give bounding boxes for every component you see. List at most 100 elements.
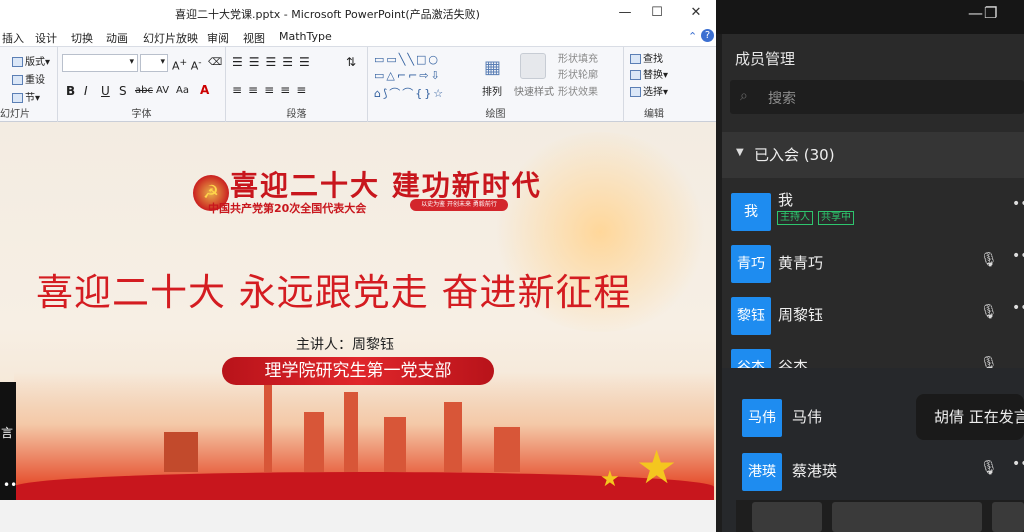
lion-statue-shape [164,432,198,472]
underline-button[interactable]: U [101,84,110,98]
avatar: 谷杰 [731,349,771,368]
shape-effects-button[interactable]: 形状效果 [558,83,598,98]
slide-canvas[interactable]: ☭ 喜迎二十大 建功新时代 中国共产党第20次全国代表大会 以史为鉴 开创未来 … [0,122,716,532]
mic-muted-icon[interactable]: 🎙 [980,460,998,476]
close-button[interactable]: ✕ [681,3,711,23]
minimize-button[interactable]: — [610,3,640,23]
shape-gallery[interactable]: ▭▭╲╲□○ [374,53,440,66]
action-button[interactable] [752,502,822,532]
layout-icon [12,57,23,67]
clear-format-icon[interactable]: ⌫ [208,57,222,68]
arrange-icon[interactable]: ▦ [484,57,501,78]
small-star-icon: ★ [600,467,620,492]
text-direction-icon[interactable]: ⇅ [346,55,356,69]
panel-minimize-button[interactable]: — [968,4,983,22]
font-size-dropdown[interactable]: ▾ [140,54,168,72]
find-icon [630,54,641,64]
speaking-toast: 胡倩 正在发言 [916,394,1024,440]
action-button[interactable] [992,502,1024,532]
change-case-button[interactable]: Aa [176,85,189,96]
grow-font-button[interactable]: A+ A- [172,57,202,73]
member-search[interactable]: ⌕ 搜索 [730,80,1024,114]
action-button[interactable] [832,502,982,532]
mic-muted-icon[interactable]: 🎙 [980,252,998,268]
italic-button[interactable]: I [84,84,88,98]
logo-subtitle: 中国共产党第20次全国代表大会 [208,202,367,215]
tab-mathtype[interactable]: MathType [279,30,332,43]
joined-section-header[interactable]: ▼ 已入会 (30) [722,132,1024,178]
editing-group-label: 编辑 [644,109,664,120]
layout-button[interactable]: 版式▾ [12,53,50,68]
avatar: 我 [731,193,771,231]
arrange-button[interactable]: 排列 [482,83,502,98]
member-row[interactable]: 谷杰 谷杰 🎙 [722,340,1024,368]
ribbon-collapse-icon[interactable]: ⌃ [688,30,697,43]
tab-slideshow[interactable]: 幻灯片放映 [143,30,198,46]
member-row[interactable]: 我 我 主持人 共享中 •• [722,184,1024,236]
strikethrough-button[interactable]: abc [135,85,153,96]
building-shape [444,402,462,472]
quick-styles-button[interactable]: 快速样式 [514,83,554,98]
shape-gallery-row2[interactable]: ▭△⌐⌐⇨⇩ [374,69,442,82]
shape-fill-button[interactable]: 形状填充 [558,50,598,65]
member-more-icon[interactable]: •• [1012,196,1024,212]
shape-gallery-row3[interactable]: ⌂⟆⌒⌒{}☆ [374,85,445,101]
quick-styles-icon[interactable] [520,53,546,79]
panel-window-controls: — ❐ [716,0,1024,34]
shadow-button[interactable]: S [119,84,127,98]
host-badge: 主持人 [777,211,813,225]
member-name: 黄青巧 [778,254,824,272]
replace-icon [630,70,641,80]
tab-design[interactable]: 设计 [35,30,57,46]
help-icon[interactable]: ? [701,29,714,42]
org-banner: 理学院研究生第一党支部 [222,357,494,385]
paragraph-group: ☰☰☰☰☰ ≡≡≡≡≡ ⇅ 段落 [226,47,368,122]
status-area [0,500,716,532]
mic-muted-icon[interactable]: 🎙 [980,356,998,368]
font-family-dropdown[interactable]: ▾ [62,54,138,72]
search-icon: ⌕ [740,88,748,104]
list-buttons[interactable]: ☰☰☰☰☰ [232,55,316,69]
member-more-icon[interactable]: •• [1012,248,1024,264]
building-shape [304,412,324,472]
ribbon-tabs: 插入 设计 切换 动画 幻灯片放映 审阅 视图 MathType ⌃ ? [0,26,716,46]
joined-count-label: 已入会 (30) [754,146,835,164]
member-row[interactable]: 黎钰 周黎钰 🎙 •• [722,288,1024,340]
tab-transitions[interactable]: 切换 [71,30,93,46]
align-buttons[interactable]: ≡≡≡≡≡ [232,83,312,97]
tab-review[interactable]: 审阅 [207,30,229,46]
member-name: 蔡港瑛 [792,462,838,480]
section-button[interactable]: 节▾ [12,89,40,104]
char-spacing-button[interactable]: AV [156,85,169,96]
bold-button[interactable]: B [66,84,75,98]
maximize-button[interactable]: ☐ [642,3,672,23]
font-color-button[interactable]: A [200,83,209,97]
member-more-icon[interactable]: •• [1012,300,1024,316]
shape-outline-button[interactable]: 形状轮廓 [558,66,598,81]
reset-button[interactable]: 重设 [12,71,45,86]
member-more-icon[interactable]: •• [1012,456,1024,472]
panel-restore-button[interactable]: ❐ [984,4,997,22]
select-icon [630,87,641,97]
member-name: 谷杰 [778,358,809,368]
avatar: 马伟 [742,399,782,437]
meeting-panel: — ❐ 成员管理 ⋮ ⌕ 搜索 ▼ 已入会 (30) 我 我 主持人 共享中 •… [716,0,1024,532]
replace-button[interactable]: 替换▾ [630,66,668,81]
reset-icon [12,75,23,85]
avatar: 港瑛 [742,453,782,491]
member-row[interactable]: 青巧 黄青巧 🎙 •• [722,236,1024,288]
select-button[interactable]: 选择▾ [630,83,668,98]
member-name: 我 [778,191,794,209]
left-strip-more-icon[interactable]: •• [3,478,17,492]
search-input[interactable]: 搜索 [768,88,796,108]
bottom-action-bar [736,500,1024,532]
font-group-label: 字体 [131,109,152,120]
panel-more-icon[interactable]: ⋮ [1018,48,1024,64]
member-row[interactable]: 港瑛 蔡港瑛 🎙 •• [722,444,1024,496]
find-button[interactable]: 查找 [630,50,663,65]
mic-muted-icon[interactable]: 🎙 [980,304,998,320]
tab-view[interactable]: 视图 [243,30,265,46]
tab-animations[interactable]: 动画 [106,30,128,46]
tab-insert[interactable]: 插入 [2,30,24,46]
logo-tag: 以史为鉴 开创未来 勇毅前行 [410,199,508,211]
